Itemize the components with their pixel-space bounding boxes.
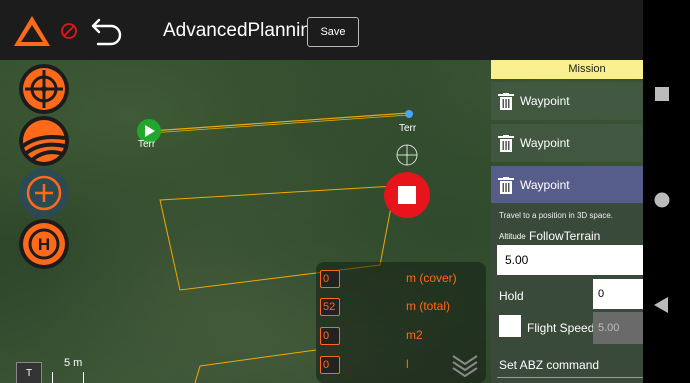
waypoint-description: Travel to a position in 3D space. <box>499 211 613 220</box>
top-bar: AdvancedPlanning Save <box>0 0 643 60</box>
stat-cover-unit: m (cover) <box>406 271 457 285</box>
trash-icon[interactable] <box>498 177 514 194</box>
waypoint-marker <box>405 110 413 118</box>
app-screen: Terr Terr AdvancedPlanning Save H 0 m (c… <box>0 0 643 383</box>
divider <box>497 377 643 378</box>
flight-path <box>150 114 410 134</box>
flight-path <box>150 112 410 132</box>
recents-icon[interactable] <box>655 87 669 101</box>
survey-polygon-edge <box>199 349 317 367</box>
stat-liquid-unit: l <box>406 357 409 371</box>
hold-label: Hold <box>499 289 524 303</box>
system-nav-bar <box>643 0 690 383</box>
stat-area-value: 0 <box>320 327 340 345</box>
field-survey-button[interactable] <box>19 116 69 166</box>
no-entry-icon[interactable] <box>60 22 78 40</box>
waypoint-marker-label: Terr <box>399 123 417 134</box>
start-marker-label: Terr <box>138 139 156 150</box>
home-icon[interactable] <box>654 192 670 208</box>
stat-liquid-value: 0 <box>320 356 340 374</box>
scale-bar <box>52 372 84 383</box>
mission-stats-panel: 0 m (cover) 52 m (total) 0 m2 0 l <box>316 262 486 383</box>
survey-polygon-edge <box>194 365 201 383</box>
add-waypoint-button[interactable] <box>19 168 69 218</box>
back-arrow-icon[interactable] <box>90 12 124 46</box>
abz-command-label[interactable]: Set ABZ command <box>499 358 599 372</box>
trash-icon[interactable] <box>498 135 514 152</box>
waypoint-label: Waypoint <box>520 136 570 150</box>
altitude-label: Altitude <box>499 232 526 241</box>
stat-cover-value: 0 <box>320 270 340 288</box>
stop-button[interactable] <box>384 172 430 218</box>
waypoint-item-selected[interactable]: Waypoint <box>491 166 643 204</box>
waypoint-item[interactable]: Waypoint <box>491 124 643 162</box>
app-logo-icon[interactable] <box>14 16 50 46</box>
altitude-mode-select[interactable]: FollowTerrain <box>529 229 600 243</box>
layers-icon[interactable] <box>450 348 480 378</box>
trash-icon[interactable] <box>498 93 514 110</box>
scale-label: 5 m <box>64 357 83 369</box>
waypoint-item[interactable]: Waypoint <box>491 82 643 120</box>
flight-speed-input[interactable]: 5.00 <box>593 312 643 344</box>
waypoint-label: Waypoint <box>520 178 570 192</box>
svg-text:H: H <box>38 235 50 254</box>
save-button[interactable]: Save <box>307 17 359 47</box>
return-home-button[interactable]: H <box>19 219 69 269</box>
waypoint-details: Travel to a position in 3D space. Altitu… <box>491 203 643 383</box>
stat-area-unit: m2 <box>406 328 423 342</box>
flight-speed-checkbox[interactable] <box>499 315 521 337</box>
altitude-input[interactable]: 5.00 <box>497 245 643 275</box>
back-nav-icon[interactable] <box>654 297 668 313</box>
mission-header[interactable]: Mission <box>491 60 643 79</box>
hold-input[interactable]: 0 <box>593 279 643 309</box>
page-title: AdvancedPlanning <box>163 20 322 41</box>
mission-panel: Mission Waypoint Waypoint Waypoint Trave… <box>491 60 643 383</box>
target-button[interactable] <box>19 64 69 114</box>
waypoint-label: Waypoint <box>520 94 570 108</box>
scale-toggle-button[interactable]: T <box>16 362 42 383</box>
flight-speed-label: Flight Speed <box>527 321 595 335</box>
stat-total-unit: m (total) <box>406 299 451 313</box>
stat-total-value: 52 <box>320 298 340 316</box>
